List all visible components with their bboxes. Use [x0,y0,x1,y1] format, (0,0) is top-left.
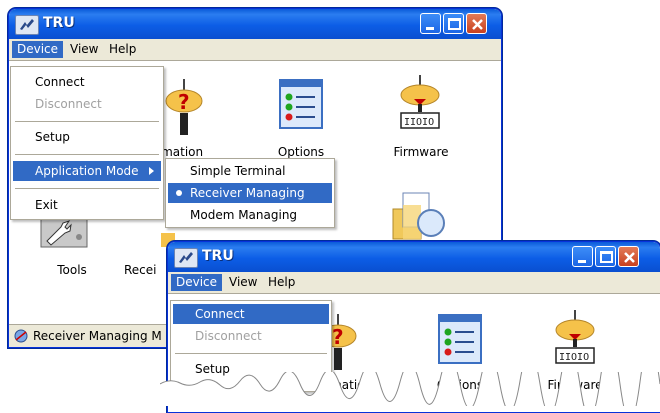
icon-label-tools: Tools [57,263,87,277]
app-icon [174,248,198,268]
menu-item-exit[interactable]: Exit [13,195,161,215]
svg-text:?: ? [178,90,190,114]
svg-text:IIOIO: IIOIO [559,352,589,363]
menu-help[interactable]: Help [263,274,300,291]
submenu-item-simple-terminal[interactable]: Simple Terminal [168,161,332,181]
menu-item-disconnect: Disconnect [195,329,262,343]
submenu-item-receiver-managing[interactable]: Receiver Managing [168,183,332,203]
icon-label-options: Options [277,145,325,159]
close-button[interactable] [618,246,639,267]
file-search-icon[interactable] [391,191,447,244]
menu-item-setup[interactable]: Setup [13,127,161,147]
icon-label-firmware: Firmware [393,145,449,159]
svg-text:IIOIO: IIOIO [404,117,434,128]
minimize-button[interactable] [420,13,441,34]
options-list-icon[interactable] [438,314,482,367]
menu-separator [15,121,159,122]
menu-item-connect[interactable]: Connect [173,304,329,324]
menu-separator [175,353,327,354]
status-text: Receiver Managing M [33,329,162,343]
selected-radio-icon [176,190,182,196]
menu-help[interactable]: Help [104,41,141,58]
minimize-button[interactable] [572,246,593,267]
antenna-question-icon[interactable]: ? [164,79,204,140]
app-icon [15,15,39,35]
title-bar[interactable]: TRU [168,242,660,272]
menu-device[interactable]: Device [12,41,64,58]
menu-item-disconnect: Disconnect [35,97,102,111]
svg-text:?: ? [332,325,344,349]
menu-bar: Device View Help [9,39,501,60]
torn-edge [160,372,660,406]
submenu-item-modem-managing[interactable]: Modem Managing [168,205,332,225]
menu-separator [15,154,159,155]
menu-view[interactable]: View [224,274,262,291]
submenu-item-receiver-managing-label: Receiver Managing [190,186,305,200]
close-button[interactable] [466,13,487,34]
maximize-button[interactable] [443,13,464,34]
maximize-button[interactable] [595,246,616,267]
submenu-arrow-icon [149,161,155,187]
menu-separator [15,188,159,189]
window-title: TRU [43,15,75,31]
menu-bar: Device View Help [168,272,660,293]
firmware-antenna-icon[interactable]: IIOIO [552,310,598,371]
menu-item-connect[interactable]: Connect [13,72,161,92]
menu-item-application-mode[interactable]: Application Mode [13,161,161,181]
menu-device[interactable]: Device [171,274,223,291]
menu-item-application-mode-label: Application Mode [35,164,139,178]
options-list-icon[interactable] [279,79,323,132]
receiver-status-icon [13,328,29,347]
menu-view[interactable]: View [65,41,103,58]
firmware-antenna-icon[interactable]: IIOIO [397,75,443,136]
application-mode-submenu: Simple Terminal Receiver Managing Modem … [165,158,335,228]
title-bar[interactable]: TRU [9,9,501,39]
device-menu: Connect Disconnect Setup Application Mod… [10,66,164,220]
window-title: TRU [202,248,234,264]
icon-label-information: ormation [149,145,204,159]
